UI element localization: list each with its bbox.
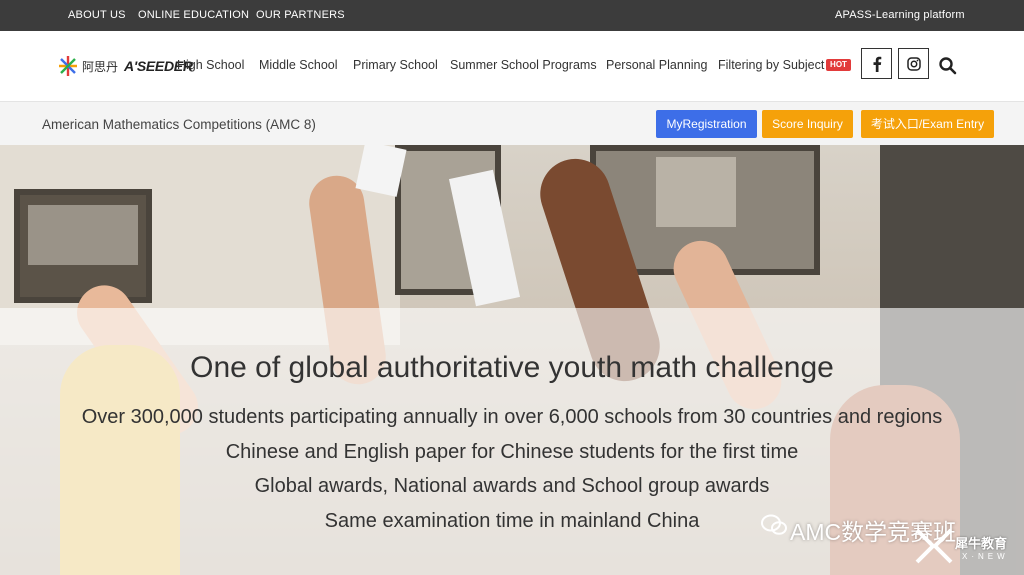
site-logo[interactable]: 阿思丹 A'SEEDER bbox=[58, 53, 193, 79]
brand-sub: X·NEW bbox=[962, 552, 1009, 561]
instagram-icon bbox=[906, 56, 921, 71]
score-inquiry-button[interactable]: Score Inquiry bbox=[762, 110, 853, 138]
hero-headline: One of global authoritative youth math c… bbox=[190, 351, 834, 384]
search-icon[interactable] bbox=[938, 56, 958, 76]
hero-line-participation: Over 300,000 students participating annu… bbox=[81, 406, 943, 428]
main-nav: 阿思丹 A'SEEDER High School Middle School P… bbox=[0, 31, 1024, 102]
exam-entry-button[interactable]: 考试入口/Exam Entry bbox=[861, 110, 994, 138]
top-bar: ABOUT US ONLINE EDUCATION OUR PARTNERS A… bbox=[0, 0, 1024, 31]
top-link-online-education[interactable]: ONLINE EDUCATION bbox=[138, 9, 249, 21]
facebook-icon bbox=[873, 56, 881, 72]
hero-window-left bbox=[14, 189, 152, 303]
nav-item-personal-planning[interactable]: Personal Planning bbox=[606, 58, 707, 72]
nav-item-primary-school[interactable]: Primary School bbox=[353, 58, 438, 72]
competition-bar: American Mathematics Competitions (AMC 8… bbox=[0, 102, 1024, 145]
logo-cn-text: 阿思丹 bbox=[82, 59, 119, 74]
nav-item-filtering-by-subject[interactable]: Filtering by Subject bbox=[718, 58, 824, 72]
brand-name: 犀牛教育 bbox=[955, 536, 1008, 551]
nav-item-summer-school[interactable]: Summer School Programs bbox=[450, 58, 597, 72]
facebook-button[interactable] bbox=[861, 48, 892, 79]
chat-icon bbox=[761, 514, 787, 535]
nav-item-high-school[interactable]: High School bbox=[177, 58, 244, 72]
my-registration-button[interactable]: MyRegistration bbox=[656, 110, 757, 138]
competition-title: American Mathematics Competitions (AMC 8… bbox=[42, 117, 316, 132]
hero-line-awards: Global awards, National awards and Schoo… bbox=[254, 475, 770, 497]
hero-banner: One of global authoritative youth math c… bbox=[0, 145, 1024, 575]
hot-badge: HOT bbox=[826, 59, 851, 71]
top-link-our-partners[interactable]: OUR PARTNERS bbox=[256, 9, 345, 21]
top-link-about-us[interactable]: ABOUT US bbox=[68, 9, 126, 21]
nav-item-middle-school[interactable]: Middle School bbox=[259, 58, 338, 72]
top-link-learning-platform[interactable]: APASS-Learning platform bbox=[835, 9, 965, 21]
hero-line-paper: Chinese and English paper for Chinese st… bbox=[225, 441, 799, 463]
instagram-button[interactable] bbox=[898, 48, 929, 79]
logo-star-icon bbox=[59, 56, 77, 76]
brand-x-icon bbox=[915, 528, 953, 564]
